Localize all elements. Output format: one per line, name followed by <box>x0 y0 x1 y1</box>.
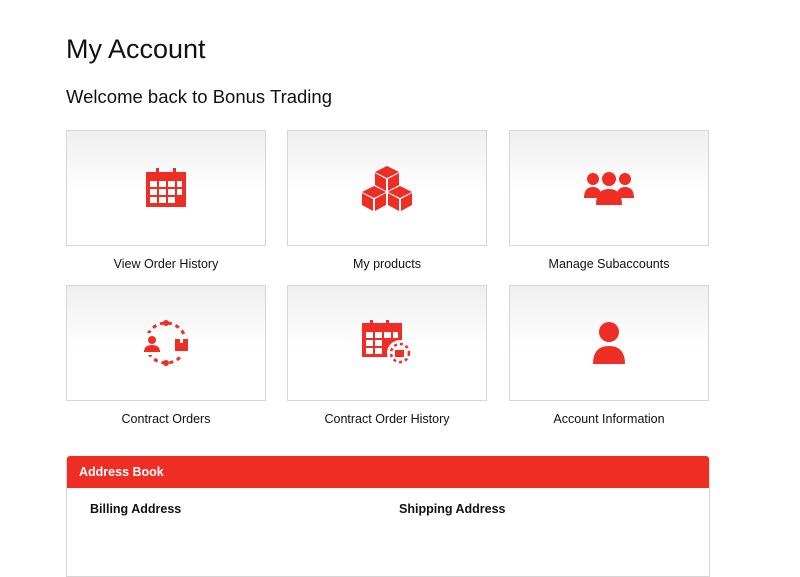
tile-label[interactable]: My products <box>287 256 487 272</box>
tile-contract-order-history[interactable]: Contract Order History <box>287 285 487 427</box>
tile-label[interactable]: Contract Order History <box>287 411 487 427</box>
contract-cycle-icon <box>140 319 192 367</box>
tile-my-products[interactable]: My products <box>287 130 487 272</box>
billing-address-label: Billing Address <box>90 502 182 516</box>
calendar-icon <box>144 168 188 208</box>
tile-icon-box[interactable] <box>287 285 487 401</box>
page-title: My Account <box>66 34 206 64</box>
tile-icon-box[interactable] <box>287 130 487 246</box>
tile-view-order-history[interactable]: View Order History <box>66 130 266 272</box>
tile-account-information[interactable]: Account Information <box>509 285 709 427</box>
tile-contract-orders[interactable]: Contract Orders <box>66 285 266 427</box>
tile-label[interactable]: Manage Subaccounts <box>509 256 709 272</box>
tile-icon-box[interactable] <box>66 130 266 246</box>
user-icon <box>592 322 626 364</box>
tile-label[interactable]: Account Information <box>509 411 709 427</box>
shipping-address-label: Shipping Address <box>399 502 506 516</box>
tile-label[interactable]: Contract Orders <box>66 411 266 427</box>
address-book-header: Address Book <box>67 456 709 488</box>
tile-icon-box[interactable] <box>509 130 709 246</box>
tile-label[interactable]: View Order History <box>66 256 266 272</box>
tile-icon-box[interactable] <box>509 285 709 401</box>
calendar-cycle-icon <box>360 320 414 366</box>
welcome-message: Welcome back to Bonus Trading <box>66 86 332 107</box>
cubes-icon <box>359 164 415 212</box>
tile-icon-box[interactable] <box>66 285 266 401</box>
tile-manage-subaccounts[interactable]: Manage Subaccounts <box>509 130 709 272</box>
address-book-panel: Address Book Billing Address Shipping Ad… <box>66 456 710 577</box>
users-group-icon <box>583 170 635 206</box>
